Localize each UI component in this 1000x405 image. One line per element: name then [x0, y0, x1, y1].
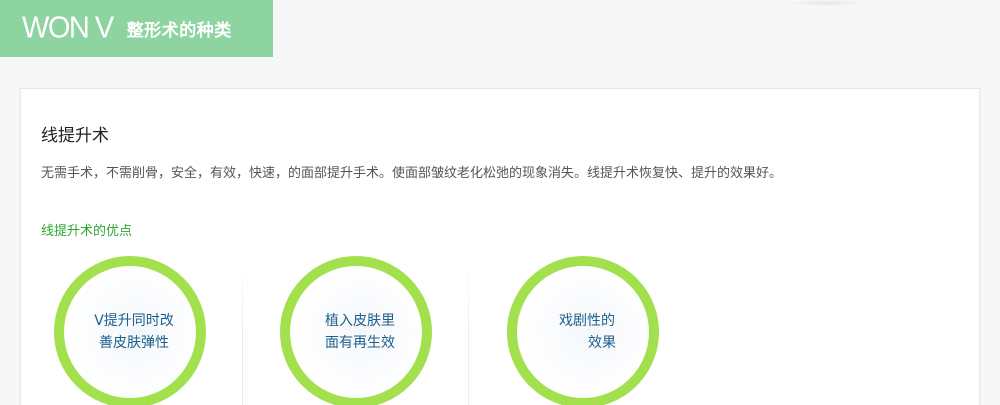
feature-label-line: V提升同时改 — [94, 313, 174, 329]
brand-logo: WON V — [22, 11, 114, 45]
feature-label-line: 植入皮肤里 — [325, 313, 395, 329]
page: WON V 整形术的种类 线提升术 无需手术，不需削骨，安全，有效，快速，的面部… — [0, 0, 1000, 405]
header-subtitle: 整形术的种类 — [126, 21, 232, 41]
content-card: 线提升术 无需手术，不需削骨，安全，有效，快速，的面部提升手术。使面部皱纹老化松… — [20, 88, 980, 405]
divider — [468, 264, 469, 405]
decorative-shadow — [790, 0, 860, 6]
feature-label-line: 效果 — [588, 335, 616, 351]
feature-circle-2: 植入皮肤里 面有再生效 — [280, 256, 432, 405]
feature-circle-3: 戏剧性的 效果 — [507, 256, 659, 405]
feature-label-1: V提升同时改 善皮肤弹性 — [79, 310, 189, 354]
card-title: 线提升术 — [41, 126, 109, 146]
feature-label-3: 戏剧性的 效果 — [532, 310, 642, 354]
card-description: 无需手术，不需削骨，安全，有效，快速，的面部提升手术。使面部皱纹老化松弛的现象消… — [41, 166, 783, 181]
feature-label-line: 善皮肤弹性 — [99, 335, 169, 351]
feature-circle-1: V提升同时改 善皮肤弹性 — [54, 256, 206, 405]
advantages-title: 线提升术的优点 — [41, 224, 133, 239]
feature-label-2: 植入皮肤里 面有再生效 — [305, 310, 415, 354]
feature-label-line: 戏剧性的 — [559, 313, 615, 329]
feature-label-line: 面有再生效 — [325, 335, 395, 351]
header-tab: WON V 整形术的种类 — [0, 0, 273, 57]
divider — [242, 264, 243, 405]
